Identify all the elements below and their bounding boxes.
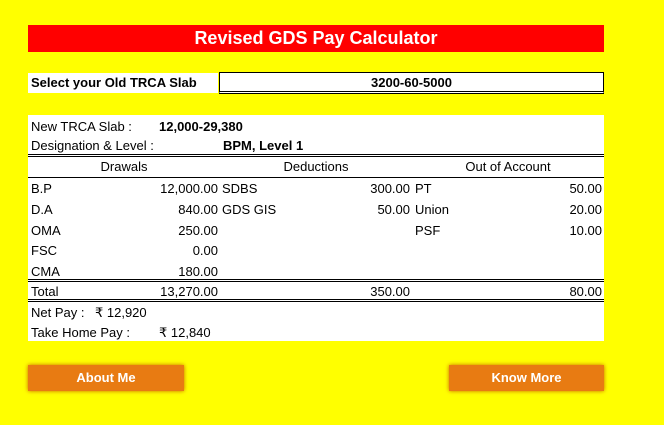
drawal-value: 12,000.00 <box>160 181 218 196</box>
designation-row: Designation & Level : BPM, Level 1 <box>28 136 604 156</box>
drawal-value: 250.00 <box>178 222 218 238</box>
take-home-value: ₹ 12,840 <box>159 325 211 340</box>
deduction-value <box>220 221 410 241</box>
take-home-row: Take Home Pay : ₹ 12,840 <box>28 323 604 343</box>
trca-slab-row: New TRCA Slab : 12,000-29,380 <box>28 117 604 137</box>
table-row: OMA 250.00 PSF 10.00 <box>28 221 604 241</box>
table-row: D.A 840.00 GDS GIS 50.00 Union 20.00 <box>28 200 604 220</box>
deduction-value: 300.00 <box>370 181 410 196</box>
trca-slab-label: New TRCA Slab : <box>31 119 132 134</box>
old-trca-slab-label: Select your Old TRCA Slab <box>28 73 218 93</box>
table-row: FSC 0.00 <box>28 241 604 261</box>
take-home-label: Take Home Pay : <box>31 325 130 340</box>
page-title: Revised GDS Pay Calculator <box>28 25 604 52</box>
table-row: B.P 12,000.00 SDBS 300.00 PT 50.00 <box>28 179 604 199</box>
net-pay-value: ₹ 12,920 <box>95 305 147 320</box>
designation-label: Designation & Level : <box>31 138 154 153</box>
designation-value: BPM, Level 1 <box>223 138 304 153</box>
header-out-of-account: Out of Account <box>465 159 551 174</box>
pay-details-panel: New TRCA Slab : 12,000-29,380 Designatio… <box>28 115 604 341</box>
deduction-value: 50.00 <box>377 201 410 217</box>
deduction-value <box>220 241 410 261</box>
out-of-account-value: 10.00 <box>569 222 602 238</box>
header-drawals: Drawals <box>100 159 148 174</box>
about-me-button[interactable]: About Me <box>28 365 184 391</box>
drawal-value: 0.00 <box>192 243 218 259</box>
header-deductions: Deductions <box>283 159 349 174</box>
divider <box>28 299 604 302</box>
drawal-value: 840.00 <box>178 201 218 217</box>
out-of-account-value: 50.00 <box>569 181 602 196</box>
trca-slab-value: 12,000-29,380 <box>159 119 243 134</box>
know-more-button[interactable]: Know More <box>449 365 604 391</box>
table-header: Drawals Deductions Out of Account <box>28 157 604 177</box>
divider <box>28 177 604 178</box>
out-of-account-value: 20.00 <box>569 201 602 217</box>
old-trca-slab-select[interactable]: 3200-60-5000 <box>219 72 604 94</box>
net-pay-row: Net Pay : ₹ 12,920 <box>28 303 604 323</box>
net-pay-label: Net Pay : <box>31 305 85 320</box>
out-of-account-value <box>412 241 602 261</box>
